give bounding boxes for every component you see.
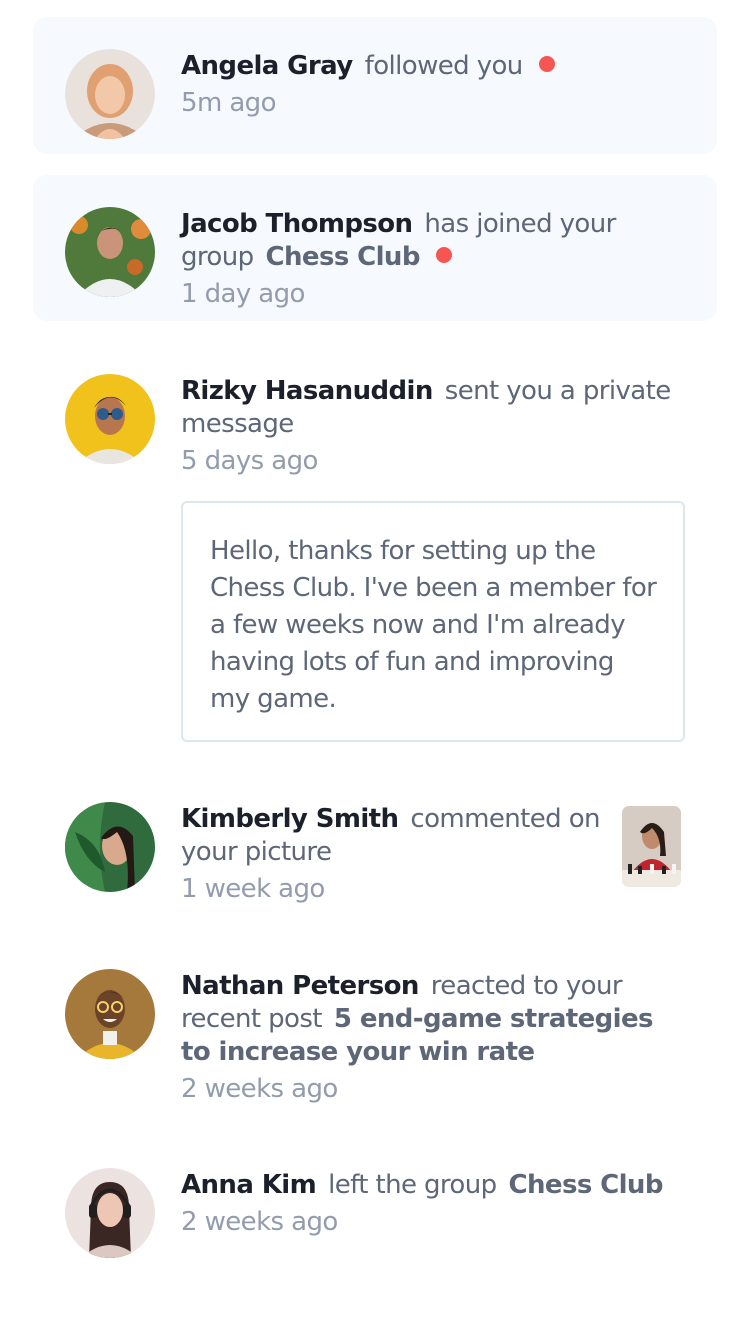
notification-kimberly-smith[interactable]: Kimberly Smith commented on your picture … xyxy=(33,770,717,915)
private-message[interactable]: Hello, thanks for setting up the Chess C… xyxy=(181,501,685,742)
avatar-jacob-thompson[interactable] xyxy=(65,207,155,297)
user-name[interactable]: Anna Kim xyxy=(181,1170,317,1200)
user-name[interactable]: Kimberly Smith xyxy=(181,804,399,834)
timestamp: 5 days ago xyxy=(181,446,318,476)
notification-jacob-thompson[interactable]: Jacob Thompson has joined your group Chess… xyxy=(33,175,717,321)
unread-indicator xyxy=(435,247,452,263)
avatar-nathan-peterson[interactable] xyxy=(65,969,155,1059)
timestamp: 5m ago xyxy=(181,88,276,118)
user-name[interactable]: Angela Gray xyxy=(181,51,353,81)
post-link-continued[interactable]: to increase your win rate xyxy=(181,1037,535,1067)
avatar-kimberly-smith[interactable] xyxy=(65,802,155,892)
action-text: has joined your xyxy=(424,209,616,239)
action-text: sent you a private xyxy=(444,376,671,406)
action-text: left the group xyxy=(328,1170,497,1200)
notification-anna-kim[interactable]: Anna Kim left the group Chess Club 2 weeks… xyxy=(33,1136,717,1281)
user-name[interactable]: Rizky Hasanuddin xyxy=(181,376,433,406)
timestamp: 2 weeks ago xyxy=(181,1074,338,1104)
user-name[interactable]: Jacob Thompson xyxy=(181,209,413,239)
action-text: followed you xyxy=(364,51,524,81)
group-link[interactable]: Chess Club xyxy=(509,1170,664,1200)
post-link[interactable]: 5 end-game strategies xyxy=(334,1004,654,1034)
group-link[interactable]: Chess Club xyxy=(266,242,421,272)
notification-angela-gray[interactable]: Angela Gray followed you 5m ago xyxy=(33,17,717,154)
avatar-angela-gray[interactable] xyxy=(65,49,155,139)
notification-nathan-peterson[interactable]: Nathan Peterson reacted to your recent po… xyxy=(33,937,717,1115)
action-text-continued: group xyxy=(181,242,254,272)
timestamp: 1 week ago xyxy=(181,874,325,904)
avatar-rizky-hasanuddin[interactable] xyxy=(65,374,155,464)
chess-picture-thumbnail[interactable] xyxy=(622,806,681,887)
timestamp: 2 weeks ago xyxy=(181,1207,338,1237)
user-name[interactable]: Nathan Peterson xyxy=(181,971,419,1001)
action-text: commented on xyxy=(410,804,600,834)
unread-indicator xyxy=(538,56,555,72)
action-text-continued: recent post xyxy=(181,1004,323,1034)
avatar-anna-kim[interactable] xyxy=(65,1168,155,1258)
action-text-continued: message xyxy=(181,409,294,439)
timestamp: 1 day ago xyxy=(181,279,305,309)
action-text-continued: your picture xyxy=(181,837,332,867)
action-text: reacted to your xyxy=(430,971,623,1001)
